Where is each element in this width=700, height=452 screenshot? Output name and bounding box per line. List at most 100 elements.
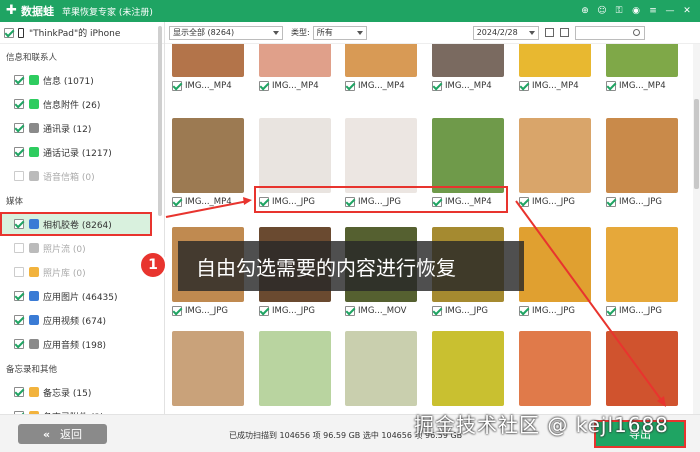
- sidebar-item-checkbox[interactable]: [14, 147, 24, 157]
- media-item-checkbox[interactable]: [519, 197, 529, 207]
- media-grid-item[interactable]: IMG..._JPG: [519, 227, 591, 317]
- media-grid-item[interactable]: IMG..._MP4: [172, 44, 244, 92]
- sidebar-item-checkbox[interactable]: [14, 75, 24, 85]
- media-grid-item[interactable]: [259, 331, 331, 406]
- media-grid-item[interactable]: IMG..._MP4: [606, 44, 678, 92]
- media-thumbnail[interactable]: [172, 331, 244, 406]
- chat-icon[interactable]: ◉: [631, 6, 641, 16]
- media-thumbnail[interactable]: [519, 331, 591, 406]
- media-thumbnail[interactable]: [172, 118, 244, 193]
- sidebar-item-checkbox[interactable]: [14, 339, 24, 349]
- media-thumbnail[interactable]: [519, 44, 591, 77]
- sidebar-item[interactable]: 备忘录附件 (3): [0, 404, 164, 414]
- media-thumbnail[interactable]: [606, 118, 678, 193]
- sidebar-item[interactable]: 相机胶卷 (8264): [0, 212, 152, 236]
- media-grid-item[interactable]: IMG..._MP4: [432, 44, 504, 92]
- media-item-checkbox[interactable]: [345, 306, 355, 316]
- media-item-checkbox[interactable]: [432, 81, 442, 91]
- media-item-checkbox[interactable]: [172, 81, 182, 91]
- media-item-checkbox[interactable]: [172, 306, 182, 316]
- app-photos-icon: [29, 291, 39, 301]
- media-item-checkbox[interactable]: [519, 81, 529, 91]
- date-select-value: 2024/2/28: [476, 28, 518, 37]
- sidebar-item[interactable]: 语音信箱 (0): [0, 164, 164, 188]
- sidebar-item[interactable]: 备忘录 (15): [0, 380, 164, 404]
- media-grid-item[interactable]: IMG..._MP4: [345, 44, 417, 92]
- sidebar-item-checkbox[interactable]: [14, 123, 24, 133]
- media-thumbnail[interactable]: [606, 227, 678, 302]
- minimize-icon[interactable]: —: [665, 6, 675, 16]
- media-item-checkbox[interactable]: [519, 306, 529, 316]
- sidebar-item-checkbox[interactable]: [14, 267, 24, 277]
- device-row[interactable]: "ThinkPad"的 iPhone: [0, 22, 164, 44]
- media-thumbnail[interactable]: [432, 118, 504, 193]
- media-grid-item[interactable]: [172, 331, 244, 406]
- media-item-checkbox[interactable]: [259, 306, 269, 316]
- close-icon[interactable]: ✕: [682, 6, 692, 16]
- sidebar-item-label: 信息 (1071): [43, 76, 94, 87]
- media-grid-item[interactable]: [519, 331, 591, 406]
- media-thumbnail[interactable]: [345, 331, 417, 406]
- sidebar-item-checkbox[interactable]: [14, 387, 24, 397]
- media-item-checkbox[interactable]: [606, 81, 616, 91]
- type-select[interactable]: 所有: [312, 25, 367, 40]
- sidebar-item-checkbox[interactable]: [14, 315, 24, 325]
- media-thumbnail[interactable]: [519, 118, 591, 193]
- media-thumbnail[interactable]: [519, 227, 591, 302]
- media-grid-item[interactable]: [432, 331, 504, 406]
- sidebar-item[interactable]: 信息附件 (26): [0, 92, 164, 116]
- sidebar-item-checkbox[interactable]: [14, 291, 24, 301]
- back-button[interactable]: « 返回: [18, 424, 107, 444]
- sidebar-scrollbar[interactable]: [158, 26, 162, 216]
- media-thumbnail[interactable]: [259, 331, 331, 406]
- media-item-checkbox[interactable]: [345, 81, 355, 91]
- filter-select[interactable]: 显示全部 (8264): [169, 25, 283, 40]
- media-thumbnail[interactable]: [172, 44, 244, 77]
- cart-icon[interactable]: ⊕: [580, 6, 590, 16]
- menu-icon[interactable]: ≡: [648, 6, 658, 16]
- sidebar-item-checkbox[interactable]: [14, 171, 24, 181]
- key-icon[interactable]: ⚿: [614, 6, 624, 16]
- grid-view-icon[interactable]: [544, 28, 554, 37]
- media-thumbnail[interactable]: [259, 118, 331, 193]
- media-item-checkbox[interactable]: [172, 197, 182, 207]
- sidebar-item-checkbox[interactable]: [14, 219, 24, 229]
- search-input[interactable]: [574, 25, 645, 40]
- media-item-checkbox[interactable]: [606, 306, 616, 316]
- list-view-icon[interactable]: [559, 28, 569, 37]
- media-thumbnail[interactable]: [345, 44, 417, 77]
- date-select[interactable]: 2024/2/28: [472, 25, 539, 40]
- media-grid-item[interactable]: IMG..._MP4: [519, 44, 591, 92]
- media-thumbnail[interactable]: [606, 44, 678, 77]
- user-icon[interactable]: ☺: [597, 6, 607, 16]
- sidebar-item[interactable]: 照片流 (0): [0, 236, 164, 260]
- media-item-checkbox[interactable]: [432, 306, 442, 316]
- media-item-checkbox[interactable]: [259, 81, 269, 91]
- sidebar-item-checkbox[interactable]: [14, 99, 24, 109]
- device-name: "ThinkPad"的 iPhone: [29, 29, 121, 39]
- grid-scrollbar[interactable]: [693, 44, 700, 414]
- sidebar-item-checkbox[interactable]: [14, 243, 24, 253]
- media-thumbnail[interactable]: [606, 331, 678, 406]
- media-thumbnail[interactable]: [432, 44, 504, 77]
- media-thumbnail[interactable]: [259, 44, 331, 77]
- sidebar-item[interactable]: 通讯录 (12): [0, 116, 164, 140]
- media-item-checkbox[interactable]: [606, 197, 616, 207]
- sidebar-item[interactable]: 应用图片 (46435): [0, 284, 164, 308]
- media-grid-item[interactable]: IMG..._MP4: [259, 44, 331, 92]
- media-grid-item[interactable]: IMG..._JPG: [606, 227, 678, 317]
- sidebar-item[interactable]: 应用视频 (674): [0, 308, 164, 332]
- media-grid-item[interactable]: IMG..._JPG: [606, 118, 678, 208]
- device-checkbox[interactable]: [4, 27, 14, 38]
- grid-scroll-thumb[interactable]: [694, 99, 699, 189]
- app-subtitle: 苹果恢复专家 (未注册): [62, 7, 153, 18]
- media-thumbnail[interactable]: [432, 331, 504, 406]
- media-grid-item[interactable]: [345, 331, 417, 406]
- media-thumbnail[interactable]: [345, 118, 417, 193]
- media-grid-item[interactable]: IMG..._JPG: [519, 118, 591, 208]
- sidebar-item[interactable]: 信息 (1071): [0, 68, 164, 92]
- media-grid-item[interactable]: [606, 331, 678, 406]
- sidebar-item[interactable]: 应用音频 (198): [0, 332, 164, 356]
- sidebar-item[interactable]: 通话记录 (1217): [0, 140, 164, 164]
- media-grid-item[interactable]: IMG..._MP4: [172, 118, 244, 208]
